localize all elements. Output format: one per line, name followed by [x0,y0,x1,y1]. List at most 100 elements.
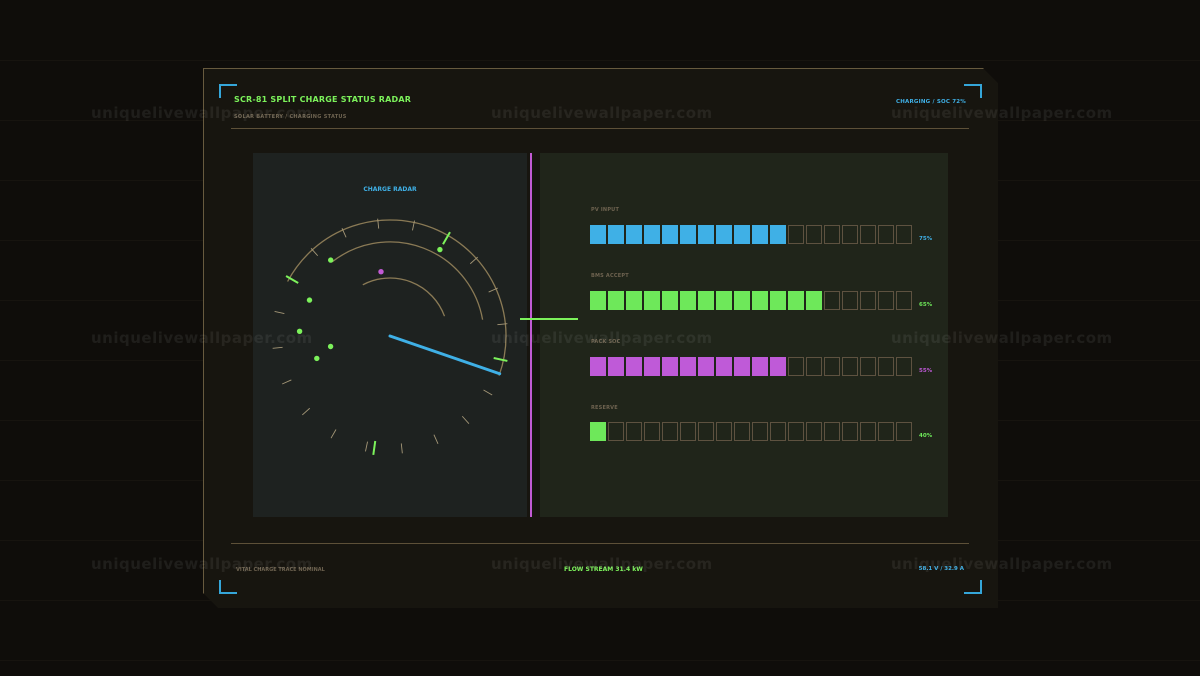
radar-tick [400,443,403,454]
corner-bracket [964,580,982,594]
bar-segment [788,291,804,310]
row-percent-reserve: 40% [919,433,933,439]
bar-segment [662,225,678,244]
corner-bracket [964,84,982,98]
bar-segment [788,225,804,244]
bar-segment [608,291,624,310]
bar-segment [626,357,642,376]
status-readout: CHARGING / SOC 72% [895,99,966,105]
bar-segment [860,225,876,244]
bar-segment [698,357,714,376]
bar-segment [806,225,822,244]
bar-segment [680,357,696,376]
bar-segment [698,422,714,441]
bar-segment [860,422,876,441]
radar-tick [302,407,311,416]
bar-segment [680,422,696,441]
bar-segment [662,357,678,376]
radar-tick [469,256,478,265]
radar-blip [328,257,334,263]
bar-segment [698,225,714,244]
row-label-bms-accept: BMS ACCEPT [591,273,629,279]
bar-segment [644,357,660,376]
radar-tick [461,415,470,424]
bar-segment [644,422,660,441]
bar-segment [590,291,606,310]
radar-accent-tick [493,357,508,362]
radar-blip [306,297,313,303]
bar-segment [716,225,732,244]
bar-segment [842,357,858,376]
row-percent-pv-input: 75% [919,236,933,242]
radar-blip [314,355,320,362]
radar-tick [483,389,493,396]
bar-segment [806,291,822,310]
background-line [0,60,1200,61]
bar-segment [824,357,840,376]
bar-segment [878,225,894,244]
bar-segment [734,422,750,441]
bar-segment [842,291,858,310]
bar-segment [770,291,786,310]
bar-segment [824,422,840,441]
radar-blip [327,343,334,350]
row-percent-bms-accept: 65% [919,302,933,308]
bar-segment [896,225,912,244]
bar-segment [626,422,642,441]
bar-segment [878,422,894,441]
radar-tick [365,441,368,452]
page-title: SCR-81 SPLIT CHARGE STATUS RADAR [234,95,412,104]
radar-tick [433,434,439,444]
bar-segment [860,357,876,376]
radar-ring-inner [362,277,446,317]
bar-segment [716,291,732,310]
radar-accent-tick [372,440,377,455]
row-label-pack-soc: PACK SOC [591,339,621,345]
bar-segment [896,357,912,376]
radar-accent-tick [285,275,299,284]
bar-segment [824,291,840,310]
bar-segment [698,291,714,310]
radar-blip [296,328,303,334]
bar-segment [896,422,912,441]
page-subtitle: SOLAR BATTERY / CHARGING STATUS [234,114,347,120]
bar-segment [806,422,822,441]
radar-tick [310,248,319,257]
row-label-reserve: RESERVE [591,405,618,411]
bar-segment [680,225,696,244]
bar-segment [608,225,624,244]
radar-sweep-line [388,334,502,376]
row-percent-pack-soc: 55% [919,368,933,374]
bar-segment [590,225,606,244]
radar-tick [272,346,283,349]
bar-segment [770,225,786,244]
bar-segment [842,422,858,441]
corner-bracket [219,580,237,594]
split-divider [530,153,532,517]
bar-segment [824,225,840,244]
bar-segment [716,357,732,376]
bar-segment [644,225,660,244]
bar-segment [590,422,606,441]
footer-voltage-current: 58.1 V / 32.9 A [918,566,964,572]
bar-segment [788,357,804,376]
radar-ring-outer [287,219,507,376]
radar-tick [274,311,285,314]
bar-segment [752,291,768,310]
radar-blip [378,269,384,275]
bar-segment [626,225,642,244]
bar-segment [806,357,822,376]
background-line [0,660,1200,661]
bar-segment [662,422,678,441]
bar-segment [896,291,912,310]
footer-divider [231,543,969,544]
bar-segment [734,225,750,244]
bar-segment [662,291,678,310]
radar-tick [282,379,292,385]
bar-segment [860,291,876,310]
row-label-pv-input: PV INPUT [591,207,620,213]
bar-segment [842,225,858,244]
bar-segment [752,357,768,376]
radar-tick [330,429,337,439]
bar-segment [752,225,768,244]
